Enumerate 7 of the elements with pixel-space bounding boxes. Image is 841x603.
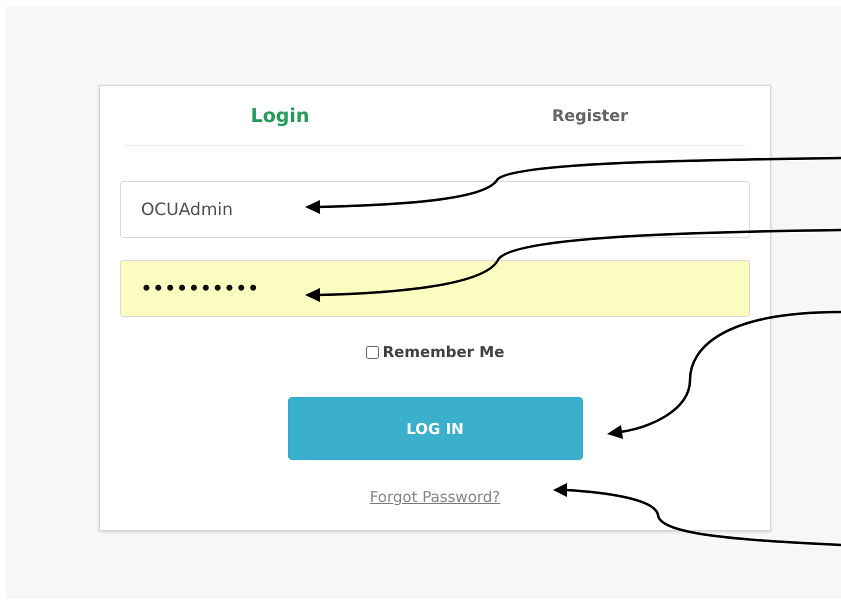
remember-checkbox[interactable] — [366, 346, 379, 358]
remember-label: Remember Me — [382, 343, 504, 361]
tab[interactable]: Login — [125, 86, 435, 145]
username-field[interactable]: OCUAdmin — [120, 181, 750, 238]
tab[interactable]: Register — [435, 86, 745, 145]
forgot-password-link[interactable]: Forgot Password? — [370, 488, 500, 506]
password-field[interactable]: •••••••••• — [120, 260, 750, 317]
